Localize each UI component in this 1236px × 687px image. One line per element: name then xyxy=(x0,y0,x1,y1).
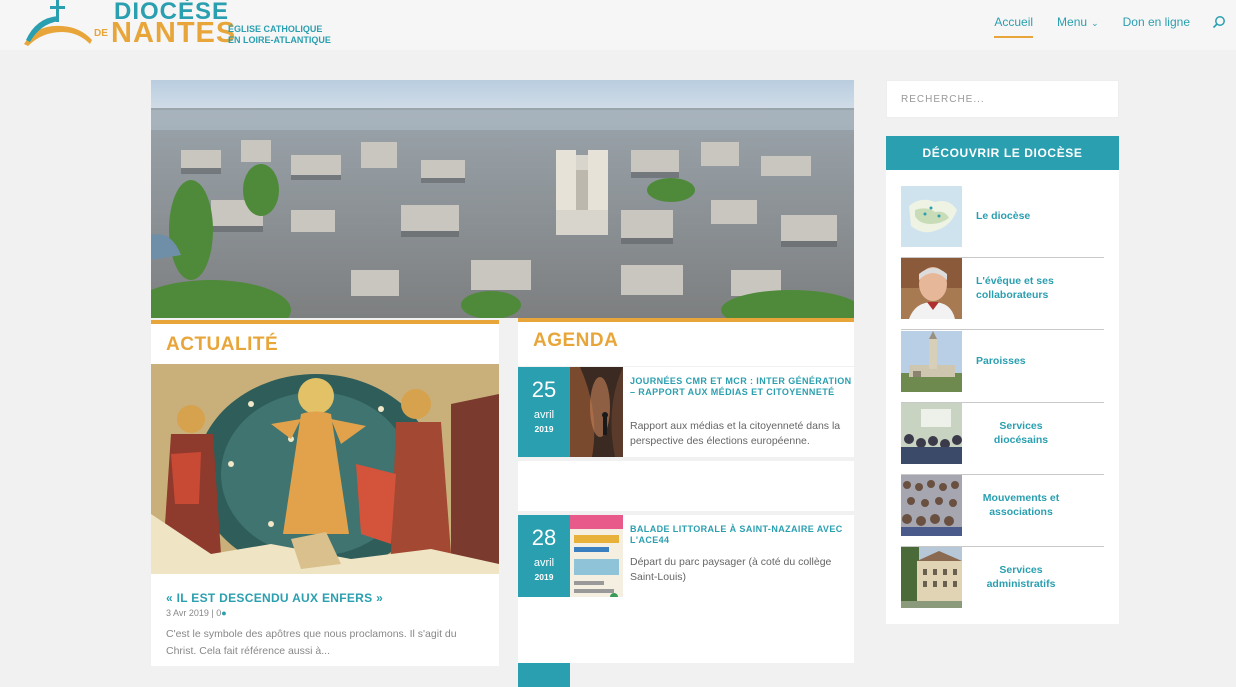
widget-item-mouvements[interactable]: Mouvements et associations xyxy=(901,475,1104,547)
event-date-badge: 28 avril 2019 xyxy=(518,515,570,605)
actualite-accent-bar xyxy=(151,320,499,324)
nav-donate[interactable]: Don en ligne xyxy=(1123,15,1190,29)
sidebar-search xyxy=(886,80,1119,118)
hero-city-illustration xyxy=(151,80,854,318)
event-thumbnail-illustration xyxy=(570,367,623,457)
widget-item-eveque[interactable]: L'évêque et ses collaborateurs xyxy=(901,258,1104,330)
event-thumbnail[interactable] xyxy=(570,515,623,605)
widget-item-thumbnail xyxy=(901,258,962,319)
event-title[interactable]: JOURNÉES CMR ET MCR : INTER GÉNÉRATION –… xyxy=(630,376,852,397)
chevron-down-icon: ⌄ xyxy=(1091,18,1099,28)
widget-item-label: Mouvements et associations xyxy=(982,492,1060,518)
event-description: Rapport aux médias et la citoyenneté dan… xyxy=(630,420,841,447)
nav-home[interactable]: Accueil xyxy=(994,15,1033,38)
logo-subtitle-2: EN LOIRE-ATLANTIQUE xyxy=(228,35,331,45)
event-thumbnail[interactable] xyxy=(570,367,623,457)
nav-menu-label: Menu xyxy=(1057,15,1088,29)
widget-item-thumbnail xyxy=(901,547,962,608)
agenda-card: AGENDA xyxy=(518,318,854,366)
event-description: Départ du parc paysager (à coté du collè… xyxy=(630,556,832,583)
agenda-accent-bar xyxy=(518,318,854,322)
widget-item-label: Le diocèse xyxy=(976,209,1031,222)
search-input[interactable] xyxy=(887,81,1118,117)
widget-item-services-diocesains[interactable]: Services diocésains xyxy=(901,403,1104,475)
widget-item-services-administratifs[interactable]: Services administratifs xyxy=(901,547,1104,619)
agenda-event-spacer xyxy=(518,597,854,663)
widget-title: DÉCOUVRIR LE DIOCÈSE xyxy=(886,136,1119,170)
logo-line-2: NANTES xyxy=(111,17,237,49)
widget-item-label: Paroisses xyxy=(976,354,1026,367)
logo-subtitle-1: ÉGLISE CATHOLIQUE xyxy=(228,24,323,34)
post-meta-separator: | xyxy=(211,608,214,618)
actualite-post-title[interactable]: « IL EST DESCENDU AUX ENFERS » xyxy=(166,591,383,605)
event-month: avril xyxy=(533,409,555,421)
agenda-event-spacer xyxy=(518,461,854,511)
widget-item-thumbnail xyxy=(901,475,962,536)
agenda-event[interactable]: 28 avril 2019 BALADE LITTORALE À SAINT-N… xyxy=(518,515,854,605)
site-header: DIOCÈSE DE NANTES ÉGLISE CATHOLIQUE EN L… xyxy=(0,0,1236,50)
agenda-event[interactable]: 25 avril 2019 JOURNÉES CMR ET MCR : INTE… xyxy=(518,367,854,457)
widget-item-diocese[interactable]: Le diocèse xyxy=(901,186,1104,258)
search-icon[interactable] xyxy=(1212,15,1226,29)
widget-item-thumbnail xyxy=(901,403,962,464)
post-date: 3 Avr 2019 xyxy=(166,608,209,618)
event-year: 2019 xyxy=(534,424,554,434)
nav-menu[interactable]: Menu ⌄ xyxy=(1057,15,1099,29)
widget-item-thumbnail xyxy=(901,186,962,247)
agenda-title: AGENDA xyxy=(533,330,619,351)
logo-mark-icon xyxy=(24,0,92,46)
comment-bubble-icon: ● xyxy=(221,608,227,618)
crowd-illustration xyxy=(901,475,962,536)
actualite-image[interactable] xyxy=(151,364,499,574)
event-poster-illustration xyxy=(570,515,623,605)
event-date-badge: 25 avril 2019 xyxy=(518,367,570,457)
actualite-title: ACTUALITÉ xyxy=(166,334,279,355)
logo-de: DE xyxy=(94,28,108,39)
decouvrir-widget: DÉCOUVRIR LE DIOCÈSE Le diocèse L'évêque… xyxy=(886,136,1119,624)
actualite-card: ACTUALITÉ « IL EST DESCENDU AUX ENFERS »… xyxy=(151,320,499,666)
event-day: 28 xyxy=(531,525,557,550)
meeting-illustration xyxy=(901,403,962,464)
widget-item-label: Services administratifs xyxy=(986,564,1056,590)
building-illustration xyxy=(901,547,962,608)
event-title[interactable]: BALADE LITTORALE À SAINT-NAZAIRE AVEC L'… xyxy=(630,524,852,545)
actualite-post-excerpt: C'est le symbole des apôtres que nous pr… xyxy=(166,628,457,657)
site-logo[interactable]: DIOCÈSE DE NANTES ÉGLISE CATHOLIQUE EN L… xyxy=(22,0,332,50)
widget-item-label: L'évêque et ses collaborateurs xyxy=(976,275,1054,301)
event-month: avril xyxy=(533,557,555,569)
map-illustration xyxy=(901,186,962,247)
widget-item-thumbnail xyxy=(901,331,962,392)
event-date-badge-partial xyxy=(518,663,570,687)
main-nav: Accueil Menu ⌄ Don en ligne xyxy=(970,12,1226,38)
hero-image[interactable] xyxy=(151,80,854,318)
widget-item-label: Services diocésains xyxy=(993,420,1049,446)
event-year: 2019 xyxy=(534,572,554,582)
event-day: 25 xyxy=(531,377,557,402)
widget-item-paroisses[interactable]: Paroisses xyxy=(901,331,1104,403)
portrait-illustration xyxy=(901,258,962,319)
actualite-post-meta: 3 Avr 2019 | 0● xyxy=(166,608,227,618)
church-illustration xyxy=(901,331,962,392)
logo-subtitle: ÉGLISE CATHOLIQUE EN LOIRE-ATLANTIQUE xyxy=(228,24,331,46)
icon-painting-illustration xyxy=(151,364,499,574)
